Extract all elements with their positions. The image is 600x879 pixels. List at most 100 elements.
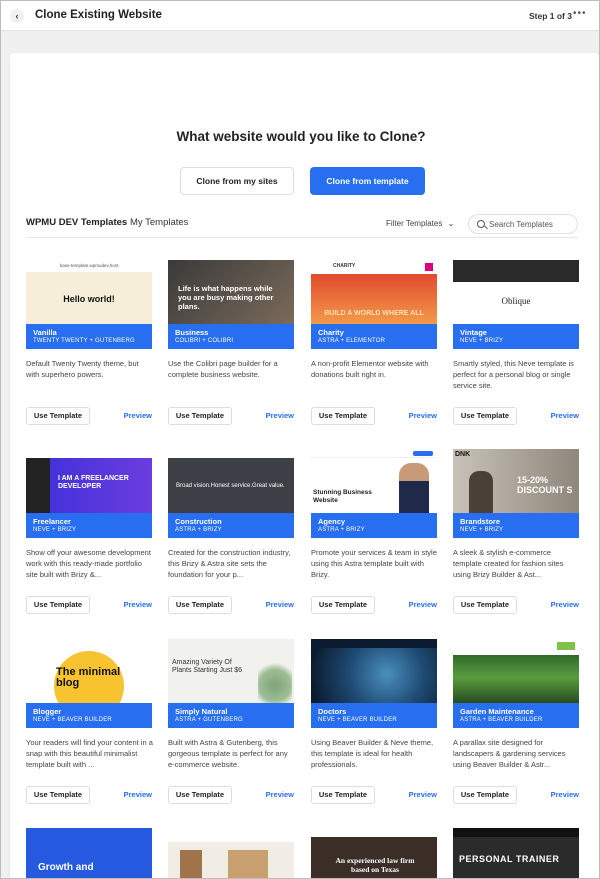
use-template-button[interactable]: Use Template xyxy=(453,407,517,425)
template-stack: NEVE + BRIZY xyxy=(33,527,77,533)
use-template-button[interactable]: Use Template xyxy=(26,407,90,425)
template-band: Blogger NEVE + BEAVER BUILDER xyxy=(26,703,152,728)
thumb-heading: PERSONAL TRAINER xyxy=(459,854,560,864)
template-description: Created for the construction industry, t… xyxy=(168,548,291,579)
use-template-button[interactable]: Use Template xyxy=(453,786,517,804)
template-thumbnail[interactable]: Life is what happens while you are busy … xyxy=(168,260,294,324)
preview-link[interactable]: Preview xyxy=(124,411,152,420)
search-placeholder: Search Templates xyxy=(489,220,553,229)
template-name: Business xyxy=(175,328,209,337)
template-thumbnail[interactable] xyxy=(168,828,294,878)
preview-link[interactable]: Preview xyxy=(409,411,437,420)
template-description: Show off your awesome development work w… xyxy=(26,548,151,579)
template-thumbnail[interactable]: I AM A FREELANCER DEVELOPER xyxy=(26,449,152,513)
preview-link[interactable]: Preview xyxy=(266,790,294,799)
template-thumbnail[interactable]: Amazing Variety Of Plants Starting Just … xyxy=(168,639,294,703)
template-band: Vintage NEVE + BRIZY xyxy=(453,324,579,349)
use-template-button[interactable]: Use Template xyxy=(168,407,232,425)
template-thumbnail[interactable] xyxy=(453,639,579,703)
use-template-button[interactable]: Use Template xyxy=(26,786,90,804)
clone-question: What website would you like to Clone? xyxy=(176,129,426,144)
template-band: Brandstore NEVE + BRIZY xyxy=(453,513,579,538)
chevron-down-icon: ⌄ xyxy=(447,219,455,228)
filter-templates-dropdown[interactable]: Filter Templates ⌄ xyxy=(386,219,454,228)
thumb-heading: The minimal blog xyxy=(56,666,121,689)
use-template-button[interactable]: Use Template xyxy=(168,596,232,614)
template-description: Smartly styled, this Neve template is pe… xyxy=(453,359,574,390)
template-thumbnail[interactable]: CHARITY BUILD A WORLD WHERE ALL xyxy=(311,260,437,324)
template-thumbnail[interactable]: Broad vision.Honest service.Great value. xyxy=(168,449,294,513)
thumb-heading: 15-20% DISCOUNT S xyxy=(517,475,573,495)
preview-link[interactable]: Preview xyxy=(124,600,152,609)
thumb-heading: An experienced law firm based on Texas xyxy=(335,856,415,874)
template-description: Use the Colibri page builder for a compl… xyxy=(168,359,278,379)
template-name: Charity xyxy=(318,328,344,337)
tab-my-templates[interactable]: My Templates xyxy=(130,217,188,228)
template-band: Charity ASTRA + ELEMENTOR xyxy=(311,324,437,349)
more-dots-icon[interactable]: ••• xyxy=(573,8,587,19)
thumb-heading: Broad vision.Honest service.Great value. xyxy=(176,483,285,489)
template-thumbnail[interactable]: DNK 15-20% DISCOUNT S xyxy=(453,449,579,513)
preview-link[interactable]: Preview xyxy=(266,411,294,420)
thumb-url: base-template.wpmudev.host xyxy=(59,263,119,268)
template-thumbnail[interactable] xyxy=(311,639,437,703)
template-band: Business COLIBRI + COLIBRI xyxy=(168,324,294,349)
thumb-brand: DNK xyxy=(455,451,471,458)
template-thumbnail[interactable]: PERSONAL TRAINER xyxy=(453,828,579,878)
template-thumbnail[interactable]: Growth and xyxy=(26,828,152,878)
template-name: Construction xyxy=(175,517,222,526)
template-description: Default Twenty Twenty theme, but with su… xyxy=(26,359,139,379)
template-stack: ASTRA + BEAVER BUILDER xyxy=(460,717,543,723)
template-description: A sleek & stylish e-commerce template cr… xyxy=(453,548,564,579)
template-description: Built with Astra & Gutenberg, this gorge… xyxy=(168,738,288,769)
template-description: Promote your services & team in style us… xyxy=(311,548,437,579)
use-template-button[interactable]: Use Template xyxy=(453,596,517,614)
tab-wpmu-dev-templates[interactable]: WPMU DEV Templates xyxy=(26,217,127,228)
thumb-heading: Amazing Variety Of Plants Starting Just … xyxy=(172,659,243,674)
template-thumbnail[interactable]: Oblique xyxy=(453,260,579,324)
preview-link[interactable]: Preview xyxy=(266,600,294,609)
preview-link[interactable]: Preview xyxy=(409,790,437,799)
use-template-button[interactable]: Use Template xyxy=(168,786,232,804)
template-thumbnail[interactable]: An experienced law firm based on Texas xyxy=(311,828,437,878)
preview-link[interactable]: Preview xyxy=(409,600,437,609)
template-band: Garden Maintenance ASTRA + BEAVER BUILDE… xyxy=(453,703,579,728)
template-name: Blogger xyxy=(33,707,62,716)
use-template-button[interactable]: Use Template xyxy=(311,407,375,425)
thumb-heading: Hello world! xyxy=(63,294,115,304)
template-thumbnail[interactable]: The minimal blog xyxy=(26,639,152,703)
template-name: Agency xyxy=(318,517,346,526)
template-band: Doctors NEVE + BEAVER BUILDER xyxy=(311,703,437,728)
preview-link[interactable]: Preview xyxy=(551,790,579,799)
use-template-button[interactable]: Use Template xyxy=(311,596,375,614)
search-input[interactable]: Search Templates xyxy=(468,214,578,234)
use-template-button[interactable]: Use Template xyxy=(311,786,375,804)
clone-from-template-button[interactable]: Clone from template xyxy=(310,167,425,195)
template-band: Freelancer NEVE + BRIZY xyxy=(26,513,152,538)
chevron-left-icon[interactable]: ‹ xyxy=(10,9,24,23)
use-template-button[interactable]: Use Template xyxy=(26,596,90,614)
preview-link[interactable]: Preview xyxy=(551,600,579,609)
header-bar: ‹ Clone Existing Website Step 1 of 3 ••• xyxy=(1,1,599,31)
template-stack: ASTRA + BRIZY xyxy=(318,527,365,533)
template-stack: NEVE + BEAVER BUILDER xyxy=(318,717,397,723)
template-stack: ASTRA + GUTENBERG xyxy=(175,717,243,723)
template-thumbnail[interactable]: Stunning Business Website xyxy=(311,449,437,513)
template-band: Construction ASTRA + BRIZY xyxy=(168,513,294,538)
template-stack: ASTRA + BRIZY xyxy=(175,527,222,533)
thumb-heading: Oblique xyxy=(501,296,531,306)
template-description: Using Beaver Builder & Neve theme, this … xyxy=(311,738,434,769)
tab-divider xyxy=(26,237,578,238)
template-name: Doctors xyxy=(318,707,347,716)
template-name: Vanilla xyxy=(33,328,57,337)
page-title: Clone Existing Website xyxy=(35,9,162,21)
template-thumbnail[interactable]: base-template.wpmudev.host Hello world! xyxy=(26,260,152,324)
template-stack: TWENTY TWENTY + GUTENBERG xyxy=(33,338,135,344)
clone-from-sites-button[interactable]: Clone from my sites xyxy=(180,167,294,195)
thumb-heading: Life is what happens while you are busy … xyxy=(178,284,274,311)
template-name: Freelancer xyxy=(33,517,71,526)
template-band: Agency ASTRA + BRIZY xyxy=(311,513,437,538)
preview-link[interactable]: Preview xyxy=(124,790,152,799)
template-name: Brandstore xyxy=(460,517,501,526)
preview-link[interactable]: Preview xyxy=(551,411,579,420)
